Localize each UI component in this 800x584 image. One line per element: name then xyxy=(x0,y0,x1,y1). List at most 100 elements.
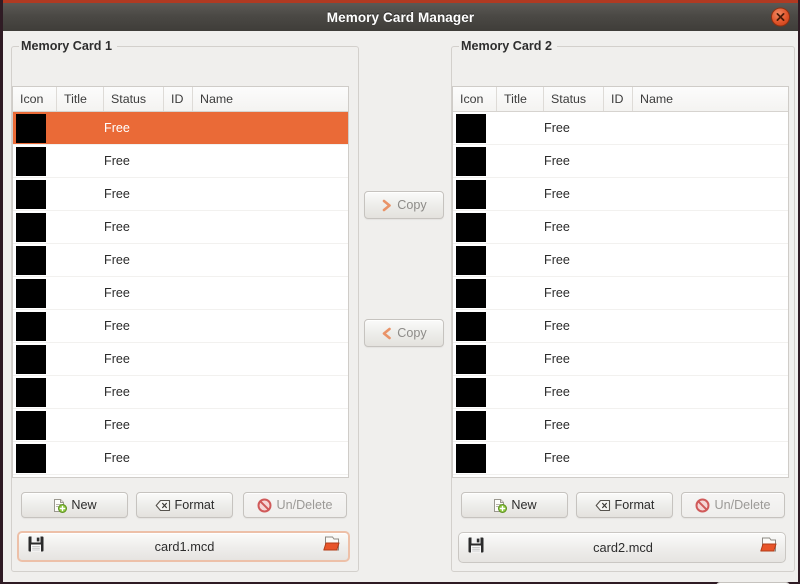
window-close-button[interactable] xyxy=(771,8,790,27)
table-row[interactable]: Free xyxy=(453,178,788,211)
cell-status: Free xyxy=(104,310,164,342)
table-row[interactable]: Free xyxy=(453,211,788,244)
close-x-icon xyxy=(776,13,785,22)
floppy-save-icon xyxy=(467,536,485,559)
copy-to-left-button[interactable]: Copy xyxy=(364,319,444,347)
cell-status: Free xyxy=(544,343,604,375)
cell-status: Free xyxy=(544,244,604,276)
slot-icon xyxy=(16,180,46,209)
table-row[interactable]: Free xyxy=(453,409,788,442)
table-row[interactable]: Free xyxy=(453,343,788,376)
slot-icon xyxy=(456,180,486,209)
table-row[interactable]: Free xyxy=(13,112,348,145)
card1-undelete-label: Un/Delete xyxy=(276,498,332,512)
card2-undelete-button[interactable]: Un/Delete xyxy=(681,492,785,518)
card1-file-name: card1.mcd xyxy=(53,539,316,554)
erase-icon xyxy=(595,499,611,512)
table-row[interactable]: Free xyxy=(13,244,348,277)
slot-icon xyxy=(456,411,486,440)
cell-status: Free xyxy=(104,442,164,474)
open-folder-icon xyxy=(323,535,341,558)
slot-icon xyxy=(16,147,46,176)
table-row[interactable]: Free xyxy=(13,277,348,310)
table-row[interactable]: Free xyxy=(13,145,348,178)
copy-to-right-button[interactable]: Copy xyxy=(364,191,444,219)
memory-card-1-list[interactable]: Icon Title Status ID Name FreeFreeFreeFr… xyxy=(12,86,349,478)
column-header-icon[interactable]: Icon xyxy=(13,87,57,111)
slot-icon xyxy=(456,147,486,176)
window-title: Memory Card Manager xyxy=(327,10,474,25)
memory-card-1-legend: Memory Card 1 xyxy=(19,39,117,53)
slot-icon xyxy=(456,114,486,143)
card2-new-button[interactable]: New xyxy=(461,492,568,518)
column-header-title[interactable]: Title xyxy=(497,87,544,111)
card1-undelete-button[interactable]: Un/Delete xyxy=(243,492,347,518)
window-body: Memory Card 1 Icon Title Status ID Name … xyxy=(3,31,798,581)
table-row[interactable]: Free xyxy=(13,310,348,343)
slot-icon xyxy=(456,279,486,308)
cell-status: Free xyxy=(544,178,604,210)
cell-status: Free xyxy=(544,376,604,408)
card1-file-bar[interactable]: card1.mcd xyxy=(17,531,350,562)
column-header-icon[interactable]: Icon xyxy=(453,87,497,111)
memory-card-2-list[interactable]: Icon Title Status ID Name FreeFreeFreeFr… xyxy=(452,86,789,478)
floppy-save-icon xyxy=(27,535,45,558)
table-row[interactable]: Free xyxy=(453,442,788,475)
cell-status: Free xyxy=(544,211,604,243)
table-row[interactable]: Free xyxy=(13,442,348,475)
memory-card-2-legend: Memory Card 2 xyxy=(459,39,557,53)
card2-format-label: Format xyxy=(615,498,655,512)
copy-to-left-label: Copy xyxy=(397,326,426,340)
table-row[interactable]: Free xyxy=(13,376,348,409)
cell-status: Free xyxy=(104,409,164,441)
table-row[interactable]: Free xyxy=(453,145,788,178)
column-header-status[interactable]: Status xyxy=(104,87,164,111)
table-row[interactable]: Free xyxy=(453,376,788,409)
column-header-status[interactable]: Status xyxy=(544,87,604,111)
card1-save-button[interactable] xyxy=(19,535,53,558)
card1-open-button[interactable] xyxy=(316,535,348,558)
memory-card-1-rows: FreeFreeFreeFreeFreeFreeFreeFreeFreeFree… xyxy=(13,112,348,475)
cell-status: Free xyxy=(544,145,604,177)
memory-card-manager-window: Memory Card Manager Memory Card 1 Icon T… xyxy=(0,0,800,584)
prohibited-icon xyxy=(695,498,710,513)
card2-open-button[interactable] xyxy=(753,536,785,559)
column-header-id[interactable]: ID xyxy=(604,87,633,111)
table-row[interactable]: Free xyxy=(453,244,788,277)
cell-status: Free xyxy=(544,409,604,441)
erase-icon xyxy=(155,499,171,512)
cell-status: Free xyxy=(104,145,164,177)
memory-card-1-list-header: Icon Title Status ID Name xyxy=(13,87,348,112)
table-row[interactable]: Free xyxy=(13,409,348,442)
column-header-name[interactable]: Name xyxy=(193,87,348,111)
cell-status: Free xyxy=(104,343,164,375)
open-folder-icon xyxy=(760,536,778,559)
card2-new-label: New xyxy=(511,498,536,512)
slot-icon xyxy=(16,444,46,473)
table-row[interactable]: Free xyxy=(453,277,788,310)
cell-status: Free xyxy=(104,112,164,144)
column-header-name[interactable]: Name xyxy=(633,87,788,111)
slot-icon xyxy=(456,444,486,473)
cell-status: Free xyxy=(104,277,164,309)
table-row[interactable]: Free xyxy=(13,211,348,244)
column-header-id[interactable]: ID xyxy=(164,87,193,111)
card2-format-button[interactable]: Format xyxy=(576,492,673,518)
slot-icon xyxy=(16,114,46,143)
slot-icon xyxy=(456,246,486,275)
table-row[interactable]: Free xyxy=(13,343,348,376)
table-row[interactable]: Free xyxy=(453,310,788,343)
cell-status: Free xyxy=(544,277,604,309)
memory-card-2-list-header: Icon Title Status ID Name xyxy=(453,87,788,112)
card2-file-name: card2.mcd xyxy=(493,540,753,555)
card2-file-bar[interactable]: card2.mcd xyxy=(458,532,786,563)
column-header-title[interactable]: Title xyxy=(57,87,104,111)
card1-format-button[interactable]: Format xyxy=(136,492,233,518)
cell-status: Free xyxy=(104,211,164,243)
chevron-left-icon xyxy=(381,327,393,340)
card1-new-button[interactable]: New xyxy=(21,492,128,518)
table-row[interactable]: Free xyxy=(13,178,348,211)
card2-save-button[interactable] xyxy=(459,536,493,559)
table-row[interactable]: Free xyxy=(453,112,788,145)
cell-status: Free xyxy=(544,310,604,342)
